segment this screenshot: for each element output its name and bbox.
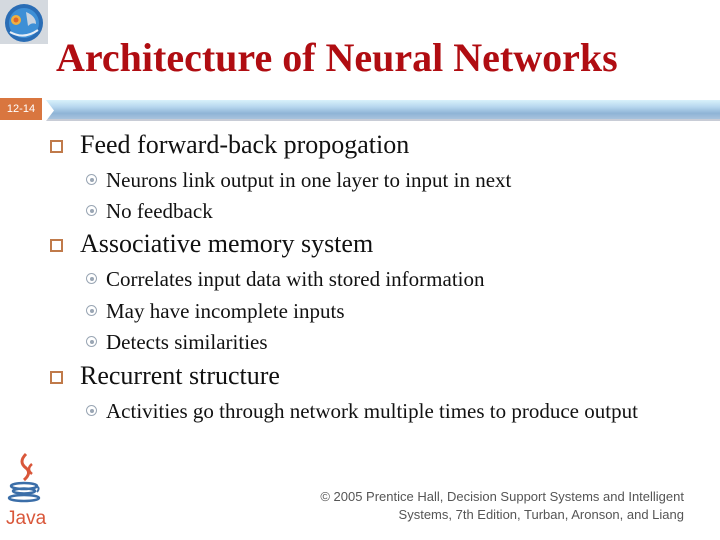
bullet-text: Recurrent structure — [80, 361, 280, 390]
bullet-text: Feed forward-back propogation — [80, 130, 410, 159]
circle-bullet-icon — [86, 405, 97, 416]
footer-line-1: © 2005 Prentice Hall, Decision Support S… — [320, 489, 684, 504]
circle-bullet-icon — [86, 336, 97, 347]
sub-bullet-text: Neurons link output in one layer to inpu… — [106, 168, 512, 192]
sub-bullet-text: May have incomplete inputs — [106, 299, 345, 323]
title-underline-bar — [46, 100, 720, 121]
course-logo — [0, 0, 48, 44]
circle-bullet-icon — [86, 273, 97, 284]
sub-bullet-text: Correlates input data with stored inform… — [106, 267, 485, 291]
sub-bullet-text: No feedback — [106, 199, 213, 223]
sub-bullet-text: Activities go through network multiple t… — [106, 399, 638, 423]
circle-bullet-icon — [86, 174, 97, 185]
globe-logo-icon — [0, 0, 48, 44]
slide-number-badge: 12-14 — [0, 98, 42, 120]
copyright-footer: © 2005 Prentice Hall, Decision Support S… — [320, 488, 684, 524]
circle-bullet-icon — [86, 305, 97, 316]
circle-bullet-icon — [86, 205, 97, 216]
sub-bullet-text: Detects similarities — [106, 330, 268, 354]
slide-title: Architecture of Neural Networks — [56, 35, 618, 80]
footer-line-2: Systems, 7th Edition, Turban, Aronson, a… — [398, 507, 684, 522]
square-bullet-icon — [50, 239, 63, 252]
square-bullet-icon — [50, 371, 63, 384]
bullet-text: Associative memory system — [80, 229, 374, 258]
java-cup-icon: Java — [6, 452, 47, 529]
java-logo-text: Java — [6, 508, 47, 529]
java-logo: Java — [4, 450, 48, 530]
square-bullet-icon — [50, 140, 63, 153]
